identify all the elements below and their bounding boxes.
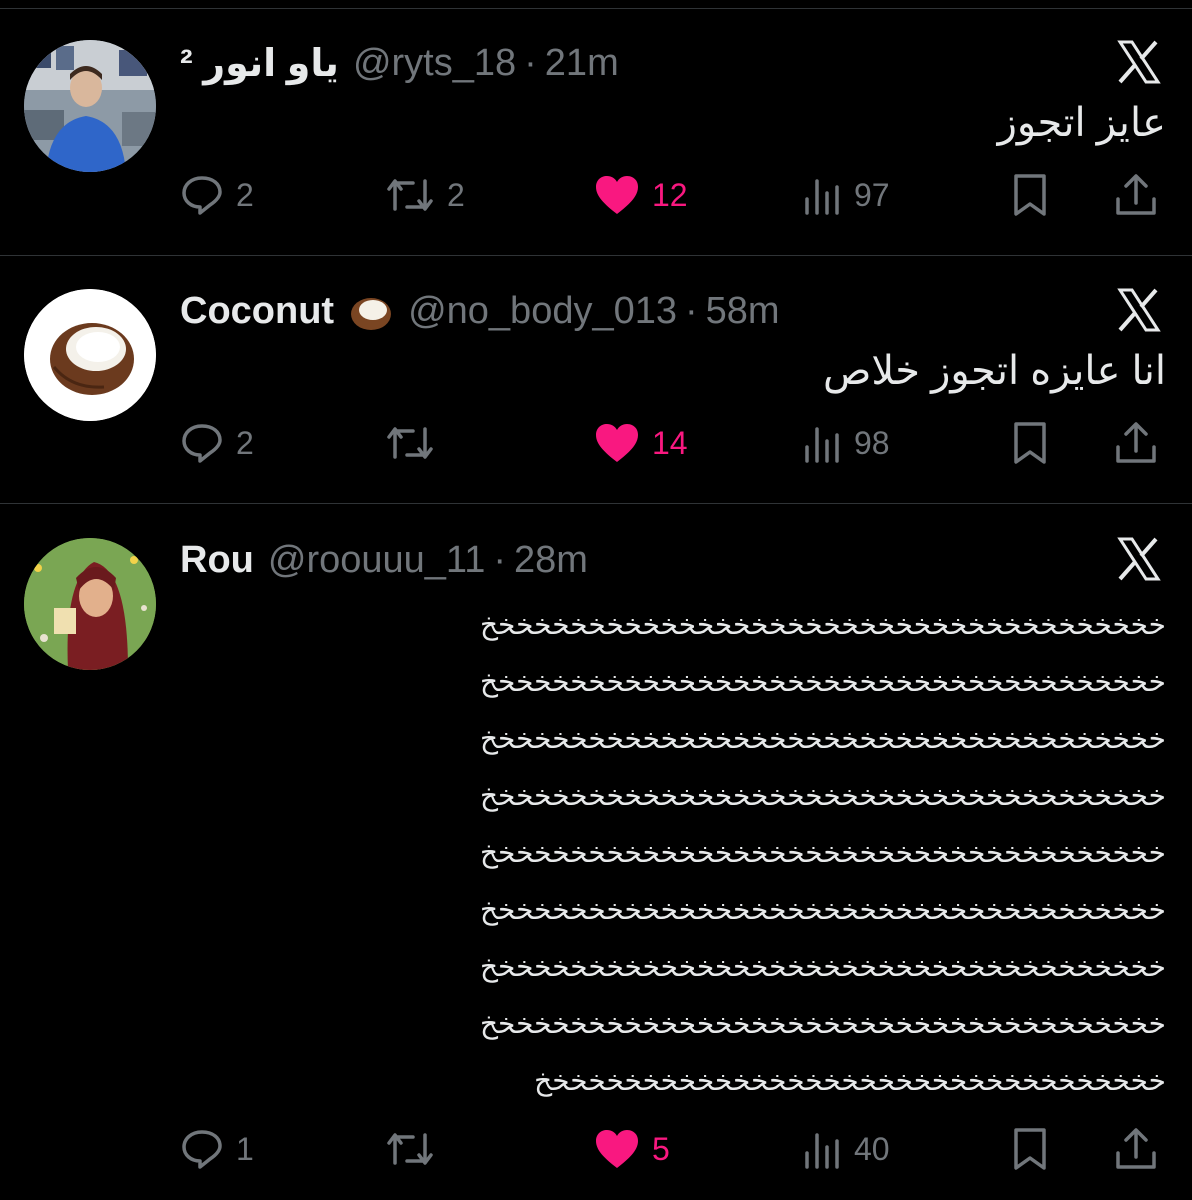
coconut-emoji-icon <box>348 288 394 334</box>
display-name[interactable]: Rou <box>180 539 254 582</box>
share-icon <box>1116 422 1156 463</box>
retweet-icon <box>387 1133 433 1165</box>
text-line: خخخخخخخخخخخخخخخخخخخخخخخخخخخخخخخخخخخخخخ <box>479 666 1166 697</box>
share-button[interactable] <box>1114 418 1158 468</box>
separator-dot: · <box>493 538 507 581</box>
retweet-button[interactable] <box>385 1124 447 1174</box>
retweet-button[interactable]: 2 <box>385 170 465 220</box>
bookmark-button[interactable] <box>1012 170 1048 220</box>
action-bar: 2 14 98 <box>180 418 1170 468</box>
text-line: خخخخخخخخخخخخخخخخخخخخخخخخخخخخخخخخخخخخخخ <box>479 780 1166 811</box>
text-line: خخخخخخخخخخخخخخخخخخخخخخخخخخخخخخخخخخخخخخ <box>479 894 1166 925</box>
timestamp[interactable]: 28m <box>514 539 588 582</box>
action-bar: 1 5 40 <box>180 1124 1170 1174</box>
views-button[interactable]: 98 <box>802 418 890 468</box>
share-button[interactable] <box>1114 1124 1158 1174</box>
bookmark-icon <box>1014 174 1046 216</box>
coconut-avatar-image <box>24 289 156 421</box>
tweet-text: عايز اتجوز <box>997 101 1166 145</box>
views-icon <box>805 427 839 463</box>
tweet-header: Rou @roouuu_11 · 28m <box>180 535 1082 585</box>
view-count: 40 <box>854 1130 890 1167</box>
retweet-button[interactable] <box>385 418 447 468</box>
display-name[interactable]: Coconut <box>180 290 334 333</box>
bookmark-icon <box>1014 1128 1046 1170</box>
share-button[interactable] <box>1114 170 1158 220</box>
text-line: خخخخخخخخخخخخخخخخخخخخخخخخخخخخخخخخخخخ <box>534 1065 1166 1096</box>
display-name[interactable]: ياو انور ² <box>180 41 339 86</box>
separator-dot: · <box>685 289 698 332</box>
tweet-1[interactable]: ياو انور ² @ryts_18 · 21m عايز اتجوز 2 2… <box>0 0 1192 255</box>
x-logo-icon <box>1117 288 1161 332</box>
timestamp[interactable]: 58m <box>706 290 780 333</box>
reply-button[interactable]: 2 <box>180 418 254 468</box>
avatar-photo <box>24 40 156 172</box>
like-count: 14 <box>652 424 688 461</box>
timestamp[interactable]: 21m <box>545 42 619 85</box>
retweet-icon <box>387 427 433 459</box>
text-line: خخخخخخخخخخخخخخخخخخخخخخخخخخخخخخخخخخخخخخ <box>479 609 1166 640</box>
reply-count: 1 <box>236 1130 254 1167</box>
views-icon <box>805 1133 839 1169</box>
action-bar: 2 2 12 97 <box>180 170 1170 220</box>
tweet-text: انا عايزه اتجوز خلاص <box>823 349 1166 393</box>
share-icon <box>1116 1128 1156 1169</box>
reply-count: 2 <box>236 176 254 213</box>
reply-button[interactable]: 1 <box>180 1124 254 1174</box>
user-handle[interactable]: @no_body_013 <box>408 290 677 333</box>
avatar[interactable] <box>24 289 156 421</box>
bookmark-icon <box>1014 422 1046 464</box>
retweet-icon <box>387 179 433 211</box>
tweet-3[interactable]: Rou @roouuu_11 · 28m خخخخخخخخخخخخخخخخخخخ… <box>0 504 1192 1200</box>
tweet-text: خخخخخخخخخخخخخخخخخخخخخخخخخخخخخخخخخخخخخخ خ… <box>186 596 1166 1109</box>
heart-icon <box>596 424 638 462</box>
text-line: خخخخخخخخخخخخخخخخخخخخخخخخخخخخخخخخخخخخخخ <box>479 951 1166 982</box>
avatar[interactable] <box>24 538 156 670</box>
views-button[interactable]: 40 <box>802 1124 890 1174</box>
views-icon <box>805 179 839 215</box>
retweet-count: 2 <box>447 176 465 213</box>
share-icon <box>1116 174 1156 215</box>
bookmark-button[interactable] <box>1012 418 1048 468</box>
avatar[interactable] <box>24 40 156 172</box>
reply-icon <box>182 1130 222 1169</box>
like-button[interactable]: 12 <box>594 170 688 220</box>
reply-icon <box>182 176 222 215</box>
text-line: خخخخخخخخخخخخخخخخخخخخخخخخخخخخخخخخخخخخخخ <box>479 1008 1166 1039</box>
like-count: 12 <box>652 176 688 213</box>
reply-button[interactable]: 2 <box>180 170 254 220</box>
like-button[interactable]: 5 <box>594 1124 670 1174</box>
tweet-header: Coconut @no_body_013 · 58m <box>180 286 1082 336</box>
view-count: 97 <box>854 176 890 213</box>
text-line: خخخخخخخخخخخخخخخخخخخخخخخخخخخخخخخخخخخخخخ <box>479 723 1166 754</box>
cartoon-avatar-image <box>24 538 156 670</box>
text-line: خخخخخخخخخخخخخخخخخخخخخخخخخخخخخخخخخخخخخخ <box>479 837 1166 868</box>
user-handle[interactable]: @ryts_18 <box>353 42 516 85</box>
heart-icon <box>596 1130 638 1168</box>
x-logo-icon <box>1117 537 1161 581</box>
bookmark-button[interactable] <box>1012 1124 1048 1174</box>
separator-dot: · <box>524 41 537 84</box>
heart-icon <box>596 176 638 214</box>
reply-count: 2 <box>236 424 254 461</box>
views-button[interactable]: 97 <box>802 170 890 220</box>
user-handle[interactable]: @roouuu_11 <box>268 539 485 582</box>
like-count: 5 <box>652 1130 670 1167</box>
tweet-header: ياو انور ² @ryts_18 · 21m <box>180 38 1082 88</box>
tweet-2[interactable]: Coconut @no_body_013 · 58m انا عايزه اتج… <box>0 256 1192 503</box>
reply-icon <box>182 424 222 463</box>
x-logo-icon <box>1117 40 1161 84</box>
like-button[interactable]: 14 <box>594 418 688 468</box>
view-count: 98 <box>854 424 890 461</box>
